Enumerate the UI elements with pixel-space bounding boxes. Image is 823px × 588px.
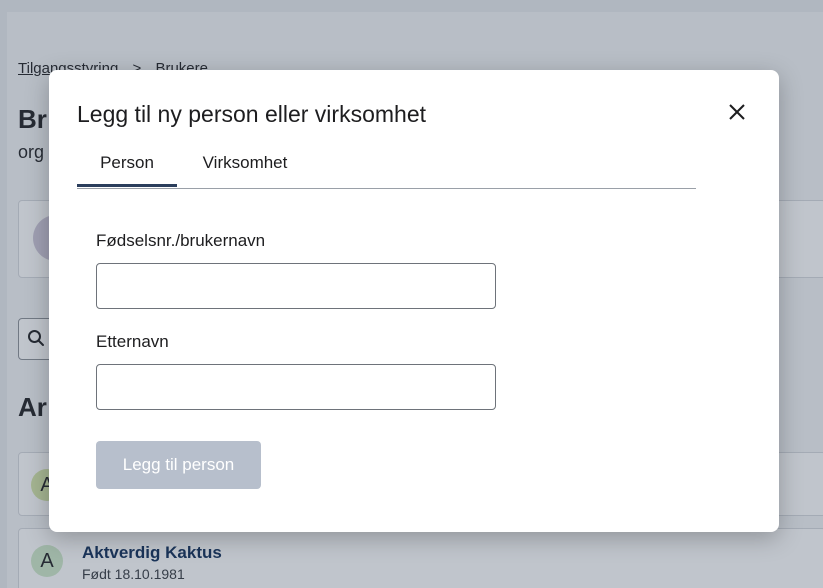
- lastname-field-label: Etternavn: [96, 332, 169, 351]
- add-person-dialog: Legg til ny person eller virksomhet Pers…: [49, 70, 779, 532]
- id-input[interactable]: [96, 263, 496, 309]
- close-button[interactable]: [723, 98, 751, 126]
- id-field-label: Fødselsnr./brukernavn: [96, 231, 266, 250]
- dialog-title: Legg til ny person eller virksomhet: [77, 101, 426, 127]
- tab-virksomhet[interactable]: Virksomhet: [197, 148, 293, 186]
- lastname-input[interactable]: [96, 364, 496, 410]
- tab-bar: Person Virksomhet: [77, 148, 696, 189]
- close-icon: [723, 104, 751, 129]
- add-person-button[interactable]: Legg til person: [96, 441, 261, 489]
- tab-person[interactable]: Person: [77, 148, 177, 187]
